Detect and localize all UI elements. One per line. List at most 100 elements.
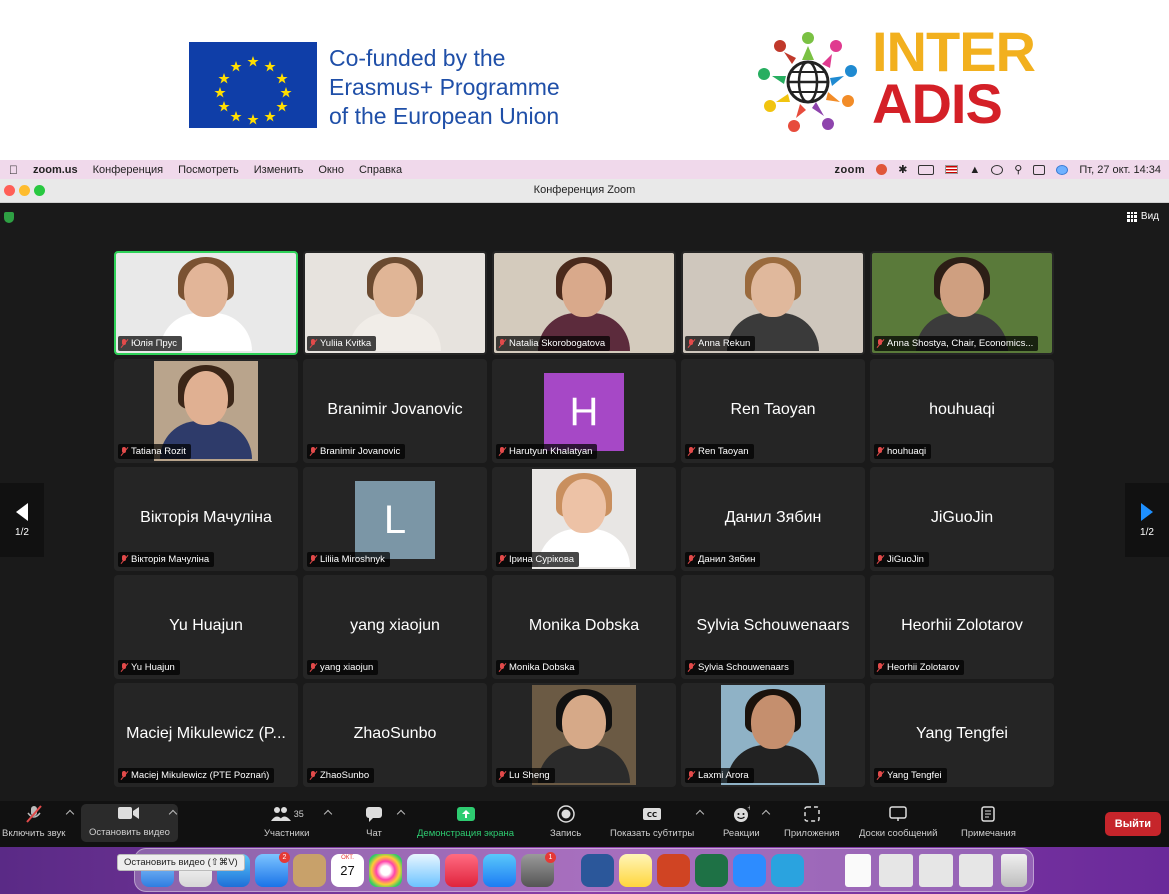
- captions-options-chevron-icon[interactable]: [695, 809, 705, 819]
- participant-tile[interactable]: Ірина Сурікова: [492, 467, 676, 571]
- system-settings-icon[interactable]: 1: [521, 852, 556, 887]
- security-shield-icon[interactable]: [4, 212, 14, 223]
- participant-tile[interactable]: Lu Sheng: [492, 683, 676, 787]
- music-icon[interactable]: [445, 854, 478, 887]
- app-status-icon[interactable]: [876, 164, 888, 175]
- next-page-button[interactable]: 1/2: [1125, 483, 1169, 557]
- leave-meeting-button[interactable]: Выйти: [1104, 812, 1161, 836]
- participant-tile[interactable]: yang xiaojun yang xiaojun: [303, 575, 487, 679]
- menubar-datetime[interactable]: Пт, 27 окт. 14:34: [1079, 164, 1161, 176]
- participant-tile[interactable]: Sylvia Schouwenaars Sylvia Schouwenaars: [681, 575, 865, 679]
- mic-muted-icon: [688, 663, 695, 672]
- participant-tile[interactable]: Maciej Mikulewicz (P... Maciej Mikulewicz…: [114, 683, 298, 787]
- mic-muted-icon: [121, 663, 128, 672]
- app-store-icon[interactable]: [483, 854, 516, 887]
- participant-tile[interactable]: Yang Tengfei Yang Tengfei: [870, 683, 1054, 787]
- participant-tile[interactable]: Вікторія Мачуліна Вікторія Мачуліна: [114, 467, 298, 571]
- maps-icon[interactable]: [407, 854, 440, 887]
- calendar-icon[interactable]: ОКТ. 27: [331, 854, 364, 887]
- participant-tile[interactable]: Tatiana Rozit: [114, 359, 298, 463]
- notes-button[interactable]: Примечания: [961, 805, 1016, 839]
- arrow-left-icon: [16, 502, 28, 521]
- participant-tile[interactable]: JiGuoJin JiGuoJin: [870, 467, 1054, 571]
- search-icon[interactable]: ⚲: [1014, 163, 1022, 176]
- participant-tile[interactable]: Yu Huajun Yu Huajun: [114, 575, 298, 679]
- captions-button[interactable]: CC Показать субтитры: [610, 805, 694, 839]
- participant-tile[interactable]: Данил Зябин Данил Зябин: [681, 467, 865, 571]
- zoom-status-label[interactable]: zoom: [834, 164, 865, 176]
- recent-file-icon[interactable]: [919, 854, 953, 887]
- previous-page-button[interactable]: 1/2: [0, 483, 44, 557]
- us-flag-icon[interactable]: [945, 165, 959, 174]
- participant-tile[interactable]: Ren Taoyan Ren Taoyan: [681, 359, 865, 463]
- bluetooth-icon[interactable]: ✱: [898, 163, 907, 176]
- reactions-smiley-icon: +: [732, 805, 750, 823]
- window-title: Конференция Zoom: [533, 184, 636, 196]
- notes-icon: [981, 805, 996, 823]
- chat-button[interactable]: Чат: [365, 805, 383, 839]
- mail-icon[interactable]: 2: [255, 852, 290, 887]
- reactions-button[interactable]: + Реакции: [723, 805, 760, 839]
- menu-item-window[interactable]: Окно: [318, 164, 344, 176]
- unmute-button[interactable]: Включить звук: [2, 805, 65, 839]
- participant-label: yang xiaojun: [307, 660, 379, 675]
- notes-app-icon[interactable]: [619, 854, 652, 887]
- participant-tile[interactable]: L Liliia Miroshnyk: [303, 467, 487, 571]
- view-button[interactable]: Вид: [1126, 211, 1159, 222]
- telegram-icon[interactable]: [771, 854, 804, 887]
- user-icon[interactable]: [991, 164, 1004, 175]
- record-label: Запись: [550, 828, 582, 839]
- participant-tile[interactable]: Natalia Skorobogatova: [492, 251, 676, 355]
- participant-label-text: ZhaoSunbo: [320, 770, 370, 781]
- battery-icon[interactable]: [918, 164, 935, 175]
- participant-tile[interactable]: Yuliia Kvitka: [303, 251, 487, 355]
- participant-tile[interactable]: Anna Shostya, Chair, Economics...: [870, 251, 1054, 355]
- audio-options-chevron-icon[interactable]: [65, 809, 75, 819]
- menu-item-view[interactable]: Посмотреть: [178, 164, 239, 176]
- document-icon[interactable]: [845, 854, 871, 887]
- participants-button[interactable]: 35 Участники: [264, 805, 309, 839]
- participant-tile[interactable]: H Harutyun Khalatyan: [492, 359, 676, 463]
- stop-video-button[interactable]: Остановить видео: [81, 804, 178, 842]
- powerpoint-icon[interactable]: [657, 854, 690, 887]
- wifi-icon[interactable]: ▲: [969, 164, 980, 176]
- participant-name: Sylvia Schouwenaars: [696, 617, 850, 634]
- record-button[interactable]: Запись: [550, 805, 581, 839]
- whiteboards-button[interactable]: Доски сообщений: [859, 805, 937, 839]
- menu-item-conference[interactable]: Конференция: [93, 164, 163, 176]
- share-screen-button[interactable]: Демонстрация экрана: [417, 805, 514, 839]
- participant-tile[interactable]: Юлія Прус: [114, 251, 298, 355]
- participant-tile[interactable]: houhuaqi houhuaqi: [870, 359, 1054, 463]
- control-center-icon[interactable]: [1033, 164, 1046, 175]
- zoom-app-icon[interactable]: [733, 854, 766, 887]
- contacts-icon[interactable]: [293, 854, 326, 887]
- participant-tile[interactable]: Monika Dobska Monika Dobska: [492, 575, 676, 679]
- participant-label-text: Юлія Прус: [131, 338, 178, 349]
- participant-tile[interactable]: Branimir Jovanovic Branimir Jovanovic: [303, 359, 487, 463]
- recent-file-icon[interactable]: [879, 854, 913, 887]
- menu-item-help[interactable]: Справка: [359, 164, 402, 176]
- photos-icon[interactable]: [369, 854, 402, 887]
- excel-icon[interactable]: [695, 854, 728, 887]
- siri-icon[interactable]: [1056, 164, 1069, 175]
- trash-icon[interactable]: [1001, 854, 1027, 887]
- macos-menubar:  zoom.us Конференция Посмотреть Изменит…: [0, 160, 1169, 179]
- participant-label-text: houhuaqi: [887, 446, 927, 457]
- meeting-toolbar: Включить звук Остановить видео 35 Участн…: [0, 801, 1169, 847]
- apps-button[interactable]: Приложения: [784, 805, 840, 839]
- participant-label: Branimir Jovanovic: [307, 444, 406, 459]
- recent-file-icon[interactable]: [959, 854, 993, 887]
- participant-label: Harutyun Khalatyan: [496, 444, 598, 459]
- participant-tile[interactable]: ZhaoSunbo ZhaoSunbo: [303, 683, 487, 787]
- menu-item-edit[interactable]: Изменить: [254, 164, 304, 176]
- menu-app-name[interactable]: zoom.us: [33, 164, 78, 176]
- chat-options-chevron-icon[interactable]: [396, 809, 406, 819]
- word-icon[interactable]: [581, 854, 614, 887]
- participant-tile[interactable]: Laxmi Arora: [681, 683, 865, 787]
- apple-icon[interactable]: : [9, 163, 18, 177]
- participant-tile[interactable]: Heorhii Zolotarov Heorhii Zolotarov: [870, 575, 1054, 679]
- participants-options-chevron-icon[interactable]: [323, 809, 333, 819]
- reactions-options-chevron-icon[interactable]: [761, 809, 771, 819]
- apps-label: Приложения: [784, 828, 840, 839]
- participant-tile[interactable]: Anna Rekun: [681, 251, 865, 355]
